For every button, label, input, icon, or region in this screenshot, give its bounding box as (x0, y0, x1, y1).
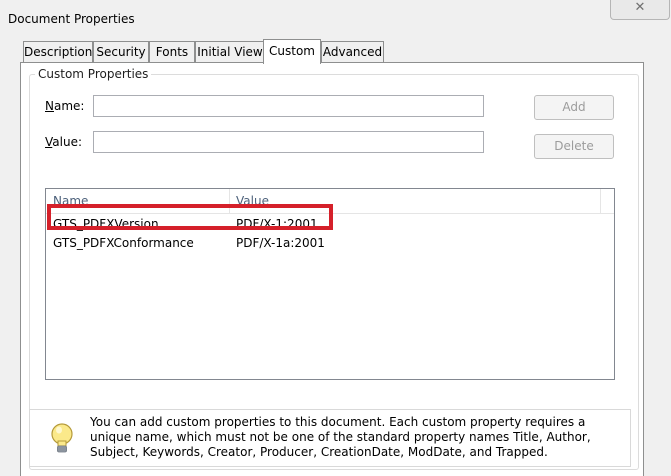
list-row[interactable]: GTS_PDFXConformance PDF/X-1a:2001 (46, 235, 614, 253)
tab-label: Fonts (155, 45, 189, 59)
tab-label: Security (96, 45, 146, 59)
value-label: Value: (45, 135, 82, 149)
tab-label: Initial View (197, 45, 263, 59)
group-title: Custom Properties (35, 67, 152, 81)
document-properties-dialog: Document Properties ✕ Description Securi… (0, 0, 671, 476)
row-name-cell: GTS_PDFXConformance (53, 236, 194, 250)
tab-security[interactable]: Security (93, 41, 149, 62)
info-box: You can add custom properties to this do… (29, 409, 631, 467)
name-label: Name: (45, 99, 84, 113)
column-divider[interactable] (600, 189, 601, 213)
add-button[interactable]: Add (534, 95, 614, 120)
close-icon: ✕ (634, 0, 646, 15)
row-value-cell: PDF/X-1a:2001 (236, 236, 325, 250)
info-text: You can add custom properties to this do… (90, 415, 591, 459)
tab-initial-view[interactable]: Initial View (195, 41, 265, 62)
highlight-annotation (47, 204, 333, 230)
delete-button[interactable]: Delete (534, 134, 614, 159)
tab-label: Custom (269, 44, 315, 58)
name-label-accelerator: N (45, 99, 54, 113)
name-input[interactable] (93, 95, 484, 117)
tab-label: Description (24, 45, 93, 59)
value-input[interactable] (93, 131, 484, 153)
window-title: Document Properties (8, 12, 135, 26)
tab-fonts[interactable]: Fonts (149, 41, 195, 62)
tab-description[interactable]: Description (23, 41, 93, 62)
tab-custom[interactable]: Custom (263, 39, 321, 64)
name-label-text: ame: (53, 99, 85, 113)
tab-label: Advanced (322, 45, 383, 59)
title-bar: Document Properties ✕ (0, 0, 671, 36)
close-button[interactable]: ✕ (610, 0, 670, 20)
value-label-text: alue: (52, 135, 82, 149)
tab-advanced[interactable]: Advanced (321, 41, 384, 62)
lightbulb-icon (51, 423, 73, 453)
